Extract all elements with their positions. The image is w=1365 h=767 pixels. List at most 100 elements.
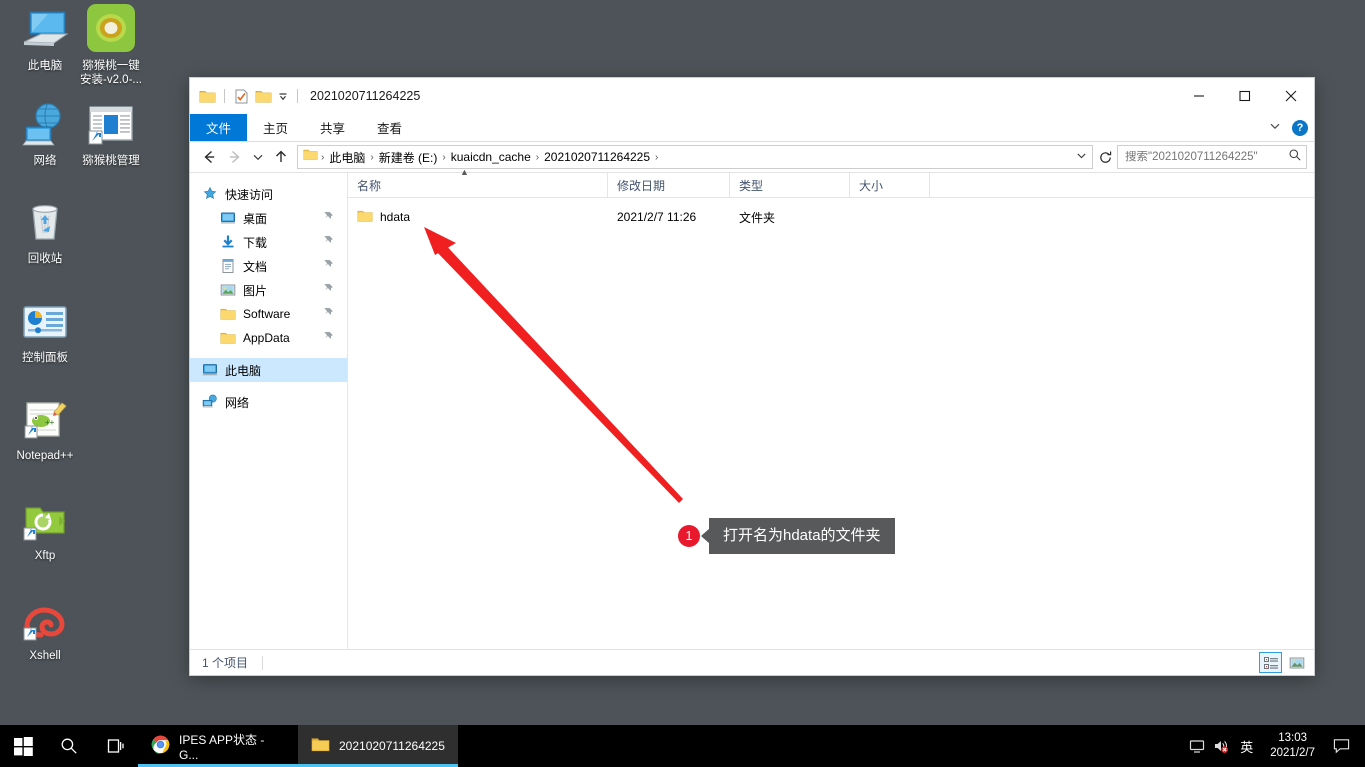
nav-item-this-pc[interactable]: 此电脑: [190, 358, 347, 382]
folder-icon: [220, 330, 236, 346]
ribbon-right-controls: ?: [1269, 114, 1308, 142]
refresh-icon[interactable]: [1093, 145, 1117, 169]
desktop-icon-recycle-bin[interactable]: 回收站: [6, 199, 84, 266]
qat-new-folder-icon[interactable]: [255, 88, 272, 105]
nav-item-network[interactable]: 网络: [190, 390, 347, 414]
breadcrumb-separator: ›: [655, 151, 659, 163]
address-dropdown-chevron-down-icon[interactable]: [1072, 150, 1090, 164]
pin-icon[interactable]: [323, 283, 334, 297]
system-tray: 英 13:03 2021/2/7: [1185, 725, 1365, 767]
qat-dropdown-chevron-down-icon[interactable]: [277, 88, 289, 105]
nav-item-appdata[interactable]: AppData: [190, 326, 347, 350]
folder-icon: [357, 208, 373, 227]
folder-icon: [311, 735, 330, 757]
xftp-icon: [21, 496, 69, 544]
pin-icon[interactable]: [323, 211, 334, 225]
start-button[interactable]: [0, 725, 46, 767]
monitor-icon[interactable]: [1185, 738, 1209, 754]
column-headers: 名称 ▲ 修改日期 类型 大小: [348, 167, 1314, 198]
minimize-button[interactable]: [1176, 78, 1222, 114]
clock[interactable]: 13:03 2021/2/7: [1260, 731, 1325, 761]
search-input[interactable]: [1125, 151, 1288, 163]
pin-icon[interactable]: [323, 331, 334, 345]
desktop-icon: [220, 210, 236, 226]
nav-item-label: Software: [243, 307, 291, 321]
breadcrumb-item-volume-e[interactable]: 新建卷 (E:): [375, 149, 442, 166]
up-arrow-icon[interactable]: [268, 144, 294, 170]
qat-separator: [224, 89, 225, 103]
nav-item-downloads[interactable]: 下载: [190, 230, 347, 254]
desktop-icon-kiwi-installer[interactable]: 猕猴桃一键 安装-v2.0-...: [72, 2, 150, 87]
nav-item-label: 下载: [243, 235, 268, 250]
desktop-icon-kiwi-manager[interactable]: 猕猴桃管理: [72, 101, 150, 168]
pin-icon[interactable]: [323, 259, 334, 273]
window-controls: [1176, 78, 1314, 114]
maximize-button[interactable]: [1222, 78, 1268, 114]
nav-item-label: 桌面: [243, 211, 268, 226]
ribbon-collapse-chevron-down-icon[interactable]: [1269, 119, 1281, 137]
desktop-icon-label: 回收站: [27, 253, 63, 265]
column-header-date[interactable]: 修改日期: [608, 173, 730, 197]
desktop-icon-label: 控制面板: [22, 352, 68, 364]
large-icons-view-button[interactable]: [1285, 652, 1308, 673]
nav-item-label: 此电脑: [225, 363, 262, 378]
tab-view[interactable]: 查看: [361, 114, 418, 141]
ime-indicator[interactable]: 英: [1233, 737, 1260, 756]
navigation-pane: 快速访问 桌面 下载 文档 图片 Software AppData 此电脑 网络: [190, 173, 348, 649]
breadcrumb-item-this-pc[interactable]: 此电脑: [325, 149, 369, 166]
column-header-size[interactable]: 大小: [850, 173, 930, 197]
tab-share[interactable]: 共享: [304, 114, 361, 141]
nav-item-quick-access[interactable]: 快速访问: [190, 182, 347, 206]
window-title: 2021020711264225: [310, 89, 421, 103]
breadcrumb-item-kuaicdn-cache[interactable]: kuaicdn_cache: [447, 150, 535, 164]
breadcrumb-item-current[interactable]: 2021020711264225: [540, 150, 654, 164]
pin-icon[interactable]: [323, 307, 334, 321]
speaker-muted-icon[interactable]: [1209, 738, 1233, 754]
details-view-button[interactable]: [1259, 652, 1282, 673]
help-button[interactable]: ?: [1292, 120, 1308, 136]
column-header-type[interactable]: 类型: [730, 173, 850, 197]
column-header-name[interactable]: 名称 ▲: [348, 167, 608, 197]
file-name-cell[interactable]: hdata: [348, 208, 608, 227]
forward-arrow-icon[interactable]: [222, 144, 248, 170]
breadcrumb: › 此电脑 › 新建卷 (E:) › kuaicdn_cache › 20210…: [320, 149, 1072, 166]
desktop-icon-xshell[interactable]: Xshell: [6, 596, 84, 663]
taskbar-item-label: 2021020711264225: [339, 739, 445, 753]
desktop-icon-label: Notepad++: [16, 450, 74, 462]
column-header-label: 类型: [739, 178, 764, 193]
file-type-cell: 文件夹: [739, 210, 776, 225]
nav-item-documents[interactable]: 文档: [190, 254, 347, 278]
network-icon: [202, 394, 218, 410]
taskbar-item-explorer[interactable]: 2021020711264225: [298, 725, 458, 767]
table-row[interactable]: hdata 2021/2/7 11:26 文件夹: [348, 206, 1314, 228]
search-box[interactable]: [1117, 145, 1307, 169]
kiwi-app-icon: [85, 2, 137, 54]
xshell-icon: [21, 596, 69, 644]
chrome-icon: [151, 735, 170, 757]
desktop-icon-notepad-plus[interactable]: ++ Notepad++: [6, 396, 84, 463]
taskbar-search-icon[interactable]: [46, 725, 92, 767]
notification-icon[interactable]: [1325, 738, 1357, 754]
nav-item-software[interactable]: Software: [190, 302, 347, 326]
pictures-icon: [220, 282, 236, 298]
search-icon[interactable]: [1288, 148, 1302, 167]
back-arrow-icon[interactable]: [196, 144, 222, 170]
desktop-icon-control-panel[interactable]: 控制面板: [6, 298, 84, 365]
task-view-icon[interactable]: [92, 725, 138, 767]
pin-icon[interactable]: [323, 235, 334, 249]
notepad-plus-icon: ++: [21, 396, 69, 444]
qat-folder-icon[interactable]: [199, 88, 216, 105]
svg-text:++: ++: [45, 418, 55, 427]
desktop-icon-xftp[interactable]: Xftp: [6, 496, 84, 563]
tab-home[interactable]: 主页: [247, 114, 304, 141]
network-icon: [21, 101, 69, 149]
nav-item-desktop[interactable]: 桌面: [190, 206, 347, 230]
close-button[interactable]: [1268, 78, 1314, 114]
address-box[interactable]: › 此电脑 › 新建卷 (E:) › kuaicdn_cache › 20210…: [297, 145, 1093, 169]
recent-locations-chevron-down-icon[interactable]: [248, 144, 268, 170]
nav-item-pictures[interactable]: 图片: [190, 278, 347, 302]
qat-properties-check-icon[interactable]: [233, 88, 250, 105]
taskbar-item-chrome[interactable]: IPES APP状态 - G...: [138, 725, 298, 767]
tab-file[interactable]: 文件: [190, 114, 248, 141]
